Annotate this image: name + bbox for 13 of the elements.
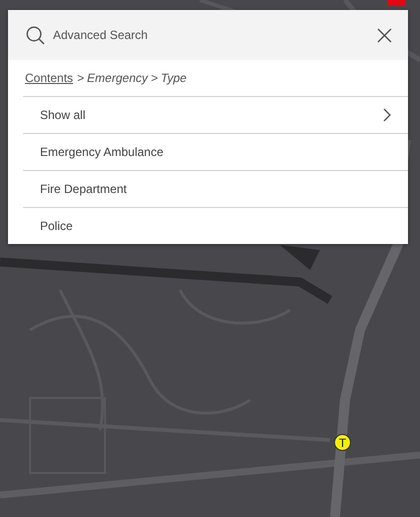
list-item[interactable]: Show all <box>23 97 408 134</box>
breadcrumb-separator: > <box>150 71 158 85</box>
search-icon <box>26 26 45 44</box>
list-item[interactable]: Police <box>23 208 408 244</box>
breadcrumb-separator: > <box>77 71 84 85</box>
close-icon[interactable] <box>377 28 392 42</box>
breadcrumb-item: Emergency <box>87 71 148 85</box>
list-item[interactable]: Emergency Ambulance <box>23 134 408 171</box>
breadcrumb-link[interactable]: Contents <box>25 71 74 85</box>
chevron-right-icon <box>383 108 391 122</box>
list-item[interactable]: Fire Department <box>23 171 408 208</box>
breadcrumb-item: Type <box>160 71 187 85</box>
search-field[interactable]: Advanced Search <box>53 28 369 42</box>
